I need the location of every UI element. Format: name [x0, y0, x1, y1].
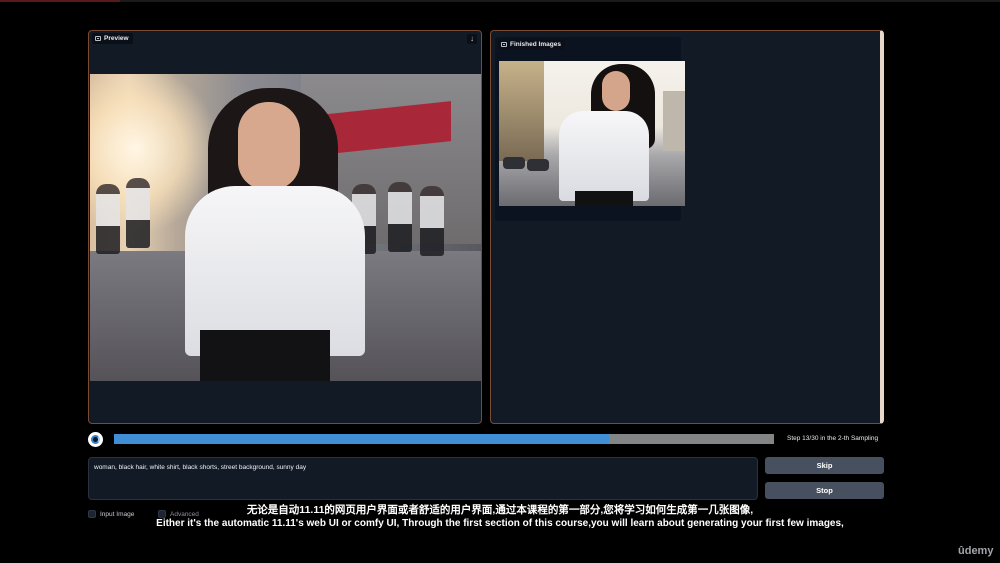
thumbnail-car: [503, 157, 525, 169]
thumbnail-woman-shirt: [559, 111, 649, 201]
download-icon[interactable]: ↓: [467, 34, 477, 44]
subtitle-chinese: 无论是自动11.11的网页用户界面或者舒适的用户界面,通过本课程的第一部分,您将…: [246, 504, 754, 516]
preview-panel: Preview ↓: [88, 30, 482, 424]
thumbnail-woman-pants: [575, 191, 633, 206]
preview-image: [90, 74, 481, 381]
finished-label-text: Finished Images: [510, 41, 561, 48]
background-person: [420, 186, 444, 256]
prompt-input[interactable]: woman, black hair, white shirt, black sh…: [88, 457, 758, 500]
top-edge: [0, 0, 1000, 2]
gallery-card[interactable]: Finished Images: [495, 37, 685, 221]
woman-pants: [200, 330, 330, 381]
woman-face: [238, 102, 300, 190]
thumbnail-building: [663, 91, 685, 151]
top-accent: [0, 0, 120, 2]
skip-button[interactable]: Skip: [765, 457, 884, 474]
background-person: [126, 178, 150, 248]
thumbnail-woman-face: [602, 71, 630, 111]
background-person: [96, 184, 120, 254]
image-icon: [95, 36, 101, 41]
udemy-logo: ûdemy: [958, 545, 994, 557]
preview-label-text: Preview: [104, 35, 129, 42]
preview-label: Preview: [92, 33, 133, 44]
finished-images-panel: Finished Images: [490, 30, 884, 424]
thumbnail-building: [499, 61, 544, 161]
progress-bar: [114, 434, 774, 444]
image-icon: [501, 42, 507, 47]
thumbnail-car: [527, 159, 549, 171]
stop-button[interactable]: Stop: [765, 482, 884, 499]
progress-spinner-icon: [88, 432, 103, 447]
background-person: [388, 182, 412, 252]
gallery-thumbnail[interactable]: [499, 61, 685, 206]
progress-fill: [114, 434, 609, 444]
subtitle-english: Either it's the automatic 11.11's web UI…: [156, 518, 844, 529]
progress-status: Step 13/30 in the 2-th Sampling: [787, 435, 879, 442]
finished-label: Finished Images: [498, 39, 565, 50]
